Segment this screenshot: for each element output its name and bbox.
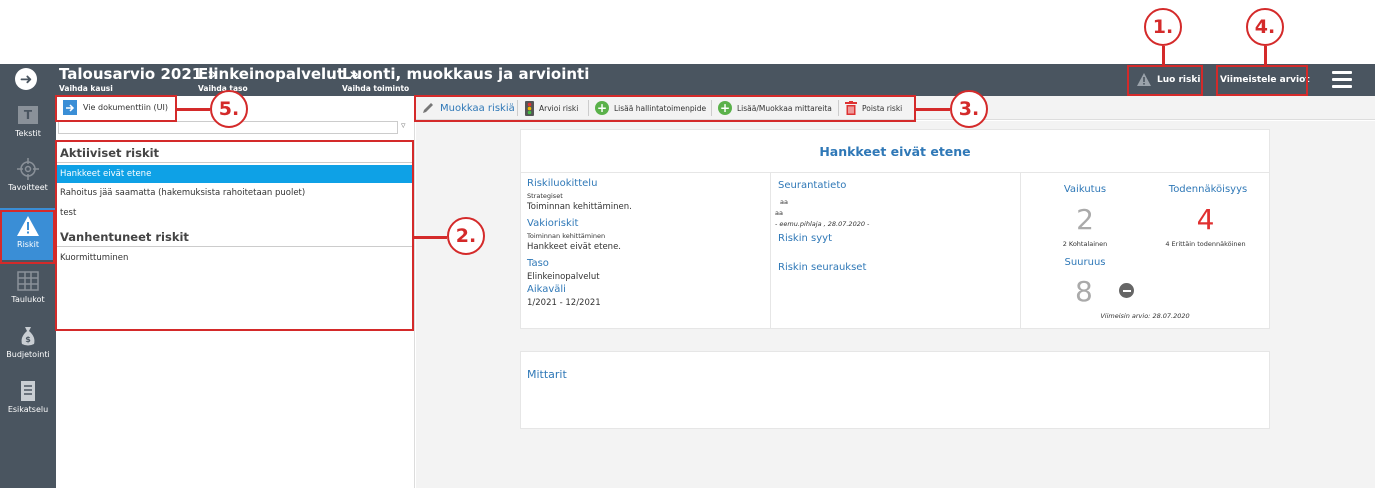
callout-box-toolbar xyxy=(414,95,916,122)
divider xyxy=(1020,173,1021,328)
breadcrumb-level[interactable]: Elinkeinopalvelut » xyxy=(198,65,359,83)
period-value: 1/2021 - 12/2021 xyxy=(527,298,601,308)
table-icon xyxy=(17,270,39,292)
moneybag-icon: $ xyxy=(17,325,39,347)
document-icon xyxy=(17,380,39,402)
consequences-label: Riskin seuraukset xyxy=(778,262,867,273)
callout-box-risk-list xyxy=(55,140,414,331)
nav-budgeting[interactable]: $ Budjetointi xyxy=(0,325,56,370)
standard-risk-value: Hankkeet eivät etene. xyxy=(527,242,621,252)
breadcrumb-period[interactable]: Talousarvio 2021 » xyxy=(59,65,217,83)
nav-label: Tavoitteet xyxy=(8,183,48,192)
classification-value: Toiminnan kehittäminen. xyxy=(527,202,632,212)
callout-box-finalize xyxy=(1216,65,1308,96)
callout-connector xyxy=(916,108,950,111)
metrics-label: Mittarit xyxy=(527,368,567,381)
text-icon: T xyxy=(17,104,39,126)
menu-icon[interactable] xyxy=(1332,71,1352,92)
callout-box-create-risk xyxy=(1127,65,1203,96)
nav-tables[interactable]: Taulukot xyxy=(0,270,56,315)
nav-label: Taulukot xyxy=(11,295,45,304)
target-icon xyxy=(17,158,39,180)
monitoring-line: aa xyxy=(775,209,783,217)
level-value: Elinkeinopalvelut xyxy=(527,272,600,282)
callout-2: 2. xyxy=(447,217,485,255)
last-assessment: Viimeisin arvio: 28.07.2020 xyxy=(1100,312,1190,320)
likelihood-value: 4 xyxy=(1196,203,1215,236)
metrics-card xyxy=(520,351,1270,429)
callout-box-export xyxy=(55,95,177,122)
impact-description: 2 Kohtalainen xyxy=(1062,240,1108,248)
standard-risk-sub: Toiminnan kehittäminen xyxy=(527,232,606,240)
risk-title: Hankkeet eivät etene xyxy=(819,144,971,159)
nav-preview[interactable]: Esikatselu xyxy=(0,380,56,425)
impact-value: 2 xyxy=(1076,203,1094,236)
standard-risk-label: Vakioriskit xyxy=(527,218,579,229)
nav-label: Budjetointi xyxy=(6,350,50,359)
callout-connector xyxy=(1264,46,1267,65)
back-icon[interactable]: ➜ xyxy=(15,68,37,90)
monitoring-meta: - eemu.pihlaja , 28.07.2020 - xyxy=(775,220,870,228)
magnitude-label: Suuruus xyxy=(1064,257,1106,268)
classification-label: Riskiluokittelu xyxy=(527,178,598,189)
breadcrumb-function: Luonti, muokkaus ja arviointi xyxy=(342,65,590,83)
causes-label: Riskin syyt xyxy=(778,233,832,244)
nav-texts[interactable]: T Tekstit xyxy=(0,104,56,149)
likelihood-description: 4 Erittäin todennäköinen xyxy=(1165,240,1246,248)
callout-3: 3. xyxy=(950,90,988,128)
monitoring-label: Seurantatieto xyxy=(778,180,847,191)
change-period-link[interactable]: Vaihda kausi xyxy=(59,84,113,93)
nav-goals[interactable]: Tavoitteet xyxy=(0,158,56,203)
callout-connector xyxy=(414,236,447,239)
divider xyxy=(770,173,771,328)
likelihood-label: Todennäköisyys xyxy=(1168,184,1248,195)
callout-box-nav-risks xyxy=(0,210,55,264)
level-label: Taso xyxy=(527,258,549,269)
divider xyxy=(521,172,1269,173)
minus-circle-icon xyxy=(1119,283,1134,298)
callout-connector xyxy=(1162,46,1165,65)
magnitude-value: 8 xyxy=(1075,275,1093,308)
period-label: Aikaväli xyxy=(527,284,566,295)
change-function-link[interactable]: Vaihda toiminto xyxy=(342,84,409,93)
nav-label: Esikatselu xyxy=(7,405,49,414)
callout-connector xyxy=(177,108,210,111)
filter-icon[interactable]: ▿ xyxy=(401,121,406,131)
monitoring-line: aa xyxy=(780,198,788,206)
svg-text:$: $ xyxy=(25,335,31,344)
nav-label: Tekstit xyxy=(15,129,41,138)
callout-4: 4. xyxy=(1246,8,1284,46)
callout-5: 5. xyxy=(210,90,248,128)
impact-label: Vaikutus xyxy=(1063,184,1107,195)
classification-sub: Strategiset xyxy=(527,192,563,200)
callout-1: 1. xyxy=(1144,8,1182,46)
